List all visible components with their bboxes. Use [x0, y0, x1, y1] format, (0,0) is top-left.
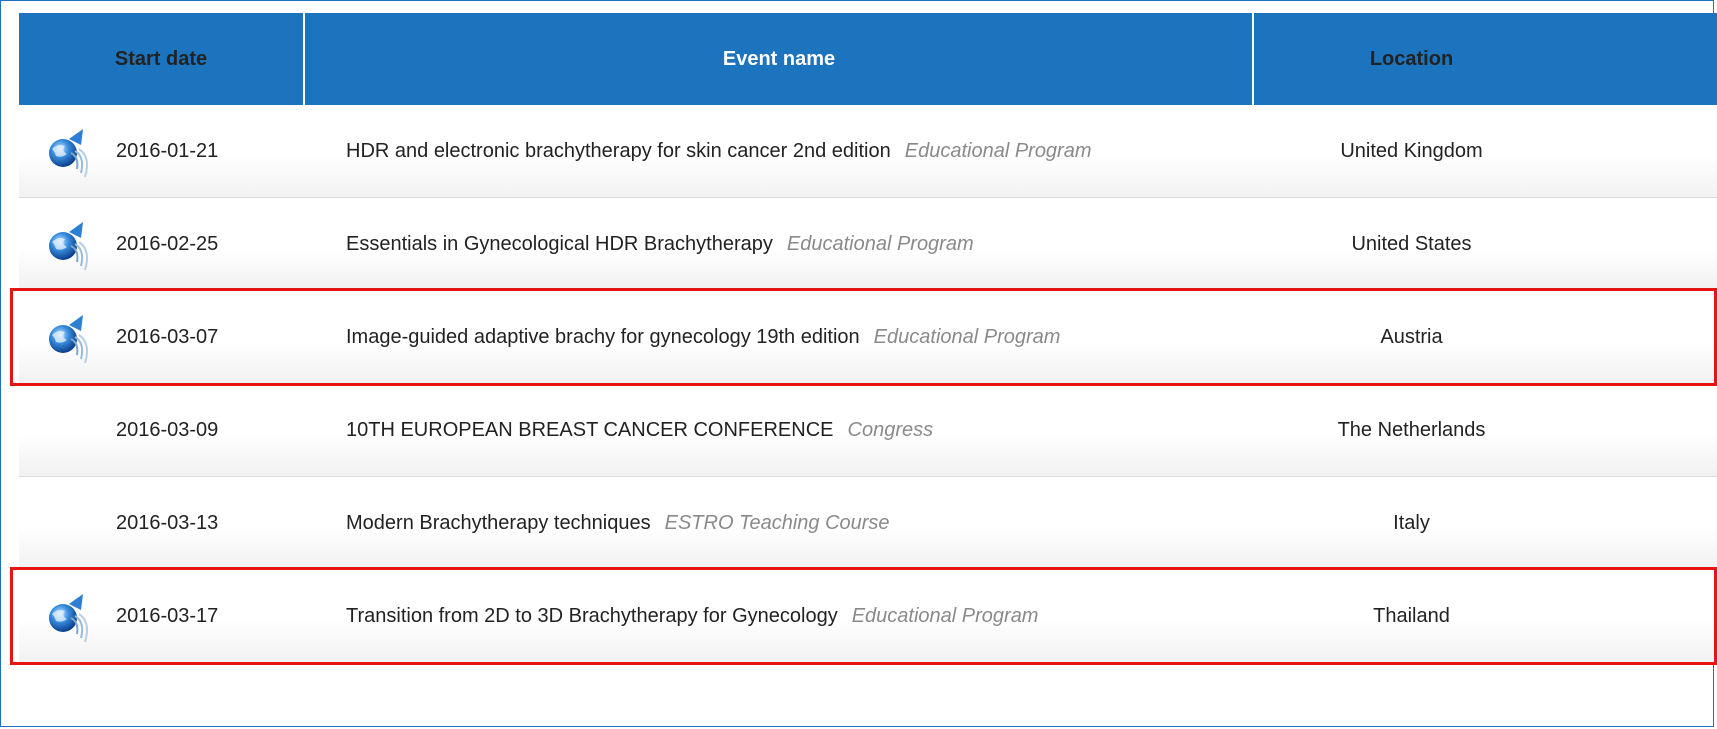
event-type: Congress — [847, 419, 934, 441]
table-row[interactable]: 2016-03-07 Image-guided adaptive brachy … — [19, 291, 1717, 384]
row-location: United States — [1351, 233, 1472, 255]
globe-broadcast-icon — [43, 127, 99, 179]
event-title[interactable]: Image-guided adaptive brachy for gynecol… — [346, 326, 860, 348]
row-start-date: 2016-02-25 — [116, 233, 219, 255]
event-type: Educational Program — [904, 140, 1092, 162]
event-type: Educational Program — [873, 326, 1061, 348]
table-header: Start date Event name Location — [19, 13, 1717, 105]
row-event-name[interactable]: Image-guided adaptive brachy for gynecol… — [346, 291, 1060, 383]
row-location: Italy — [1393, 512, 1430, 534]
event-type: Educational Program — [851, 605, 1039, 627]
row-location: The Netherlands — [1337, 419, 1486, 441]
event-type: Educational Program — [786, 233, 974, 255]
row-event-name[interactable]: Transition from 2D to 3D Brachytherapy f… — [346, 570, 1038, 662]
row-location: United Kingdom — [1340, 140, 1483, 162]
table-row[interactable]: 2016-03-09 10TH EUROPEAN BREAST CANCER C… — [19, 384, 1717, 477]
event-title[interactable]: 10TH EUROPEAN BREAST CANCER CONFERENCE — [346, 419, 834, 441]
row-event-name[interactable]: 10TH EUROPEAN BREAST CANCER CONFERENCE Co… — [346, 384, 933, 476]
table-row[interactable]: 2016-03-13 Modern Brachytherapy techniqu… — [19, 477, 1717, 570]
row-start-date: 2016-03-17 — [116, 605, 219, 627]
event-title[interactable]: Transition from 2D to 3D Brachytherapy f… — [346, 605, 838, 627]
event-title[interactable]: HDR and electronic brachytherapy for ski… — [346, 140, 891, 162]
event-title[interactable]: Essentials in Gynecological HDR Brachyth… — [346, 233, 773, 255]
header-event-name[interactable]: Event name — [305, 13, 1253, 105]
header-start-date[interactable]: Start date — [19, 13, 303, 105]
globe-broadcast-icon — [43, 592, 99, 644]
row-event-name[interactable]: Essentials in Gynecological HDR Brachyth… — [346, 198, 974, 290]
row-start-date: 2016-03-09 — [116, 419, 219, 441]
globe-broadcast-icon — [43, 220, 99, 272]
row-event-name[interactable]: HDR and electronic brachytherapy for ski… — [346, 105, 1092, 197]
table-row[interactable]: 2016-02-25 Essentials in Gynecological H… — [19, 198, 1717, 291]
table-row[interactable]: 2016-01-21 HDR and electronic brachyther… — [19, 105, 1717, 198]
row-start-date: 2016-03-13 — [116, 512, 219, 534]
row-start-date: 2016-01-21 — [116, 140, 219, 162]
row-location: Austria — [1380, 326, 1443, 348]
events-table: Start date Event name Location 2016-01-2… — [19, 13, 1717, 663]
table-row[interactable]: 2016-03-17 Transition from 2D to 3D Brac… — [19, 570, 1717, 663]
table-body: 2016-01-21 HDR and electronic brachyther… — [19, 105, 1717, 663]
event-title[interactable]: Modern Brachytherapy techniques — [346, 512, 651, 534]
row-location: Thailand — [1373, 605, 1450, 627]
row-event-name[interactable]: Modern Brachytherapy techniques ESTRO Tea… — [346, 477, 890, 569]
header-location[interactable]: Location — [1254, 13, 1569, 105]
row-start-date: 2016-03-07 — [116, 326, 219, 348]
globe-broadcast-icon — [43, 313, 99, 365]
event-type: ESTRO Teaching Course — [664, 512, 890, 534]
